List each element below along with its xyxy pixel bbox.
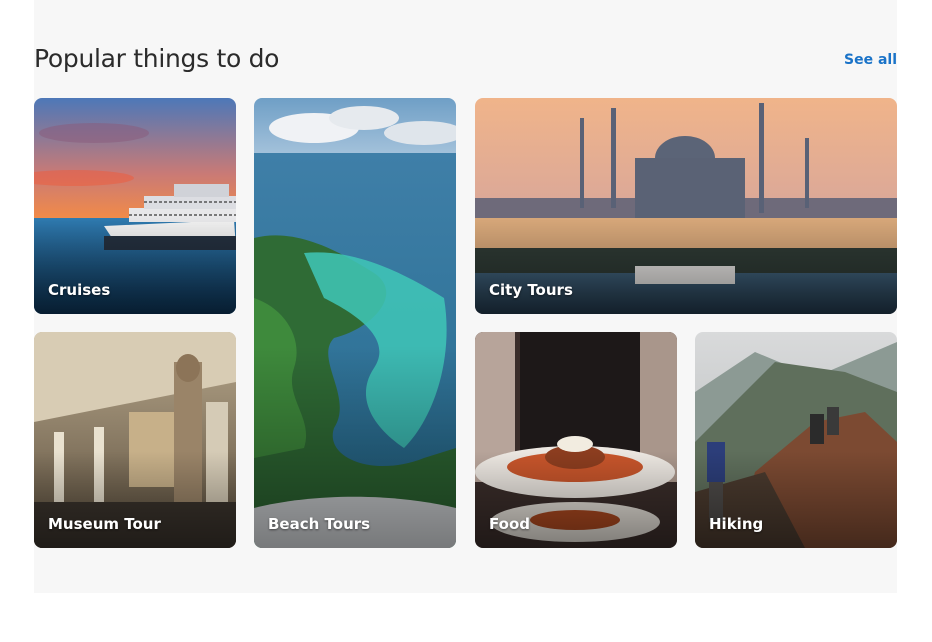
card-label: Beach Tours <box>268 515 371 533</box>
card-beach-tours[interactable]: Beach Tours <box>254 98 456 548</box>
section-title: Popular things to do <box>34 44 280 73</box>
card-label: Museum Tour <box>48 515 161 533</box>
card-label: Food <box>489 515 530 533</box>
card-hiking[interactable]: Hiking <box>695 332 897 548</box>
card-city-tours[interactable]: City Tours <box>475 98 897 314</box>
card-museum-tour[interactable]: Museum Tour <box>34 332 236 548</box>
see-all-link[interactable]: See all <box>844 52 897 68</box>
card-cruises[interactable]: Cruises <box>34 98 236 314</box>
card-label: Cruises <box>48 281 111 299</box>
card-food[interactable]: Food <box>475 332 677 548</box>
card-label: Hiking <box>709 515 764 533</box>
card-label: City Tours <box>489 281 573 299</box>
